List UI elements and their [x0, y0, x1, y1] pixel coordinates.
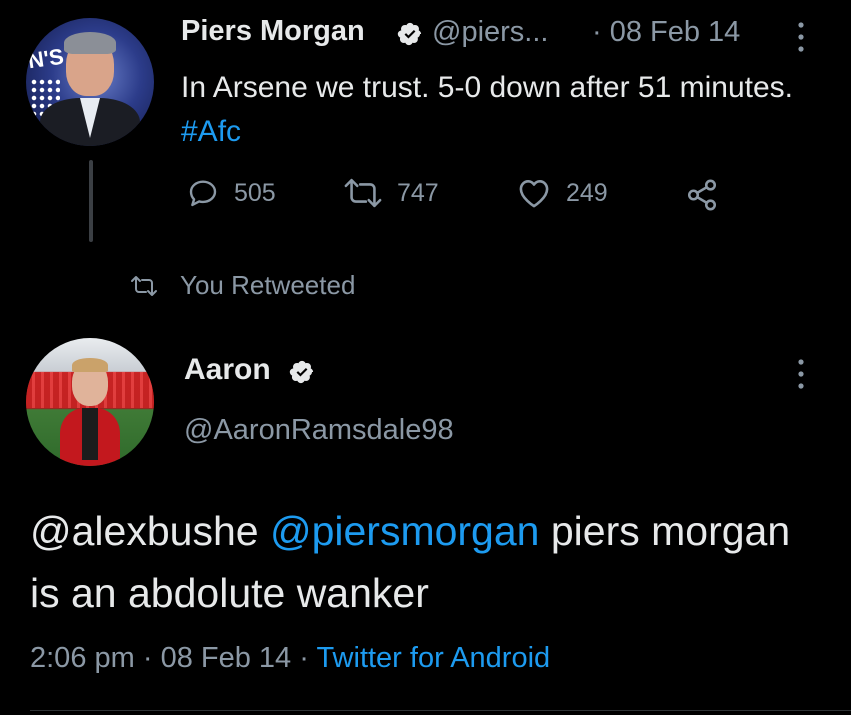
- avatar-scarf: [82, 408, 98, 460]
- avatar-hair: [64, 32, 116, 54]
- like-button[interactable]: 249: [516, 177, 608, 209]
- first-tweet-date[interactable]: · 08 Feb 14: [592, 16, 740, 49]
- divider: [30, 710, 851, 711]
- reply-button[interactable]: 505: [186, 177, 276, 209]
- second-tweet-text: @alexbushe @piersmorgan piers morgan is …: [30, 500, 830, 624]
- like-count: 249: [566, 178, 608, 207]
- retweet-notice: You Retweeted: [130, 270, 355, 301]
- retweet-notice-label: You Retweeted: [180, 270, 356, 300]
- more-vertical-icon[interactable]: [796, 357, 806, 391]
- reply-icon: [189, 180, 217, 207]
- verified-badge-icon: [397, 21, 423, 47]
- share-icon: [687, 179, 717, 211]
- meta-separator: ·: [134, 642, 161, 674]
- meta-separator: ·: [291, 642, 317, 674]
- mention-piersmorgan[interactable]: @piersmorgan: [270, 508, 540, 554]
- tweet-date[interactable]: 08 Feb 14: [161, 642, 292, 674]
- first-tweet-body: In Arsene we trust. 5-0 down after 51 mi…: [181, 71, 793, 104]
- avatar-background-text: N'S: [26, 43, 66, 74]
- tweet-metadata: 2:06 pm · 08 Feb 14 · Twitter for Androi…: [30, 642, 550, 675]
- second-tweet-handle[interactable]: @AaronRamsdale98: [184, 414, 454, 447]
- tweet-time[interactable]: 2:06 pm: [30, 642, 135, 674]
- avatar-hair: [72, 358, 108, 372]
- piers-morgan-avatar[interactable]: N'S: [26, 18, 154, 146]
- mention-alexbushe[interactable]: @alexbushe: [30, 508, 259, 554]
- first-tweet-handle[interactable]: @piers...: [432, 16, 548, 49]
- retweet-icon: [344, 178, 382, 208]
- verified-badge-icon: [289, 359, 315, 385]
- aaron-avatar[interactable]: [26, 338, 154, 466]
- retweet-count: 747: [397, 178, 439, 207]
- more-vertical-icon[interactable]: [796, 20, 806, 54]
- reply-count: 505: [234, 178, 276, 207]
- first-tweet-text: In Arsene we trust. 5-0 down after 51 mi…: [181, 66, 801, 154]
- second-tweet-display-name[interactable]: Aaron: [184, 353, 271, 387]
- thread-connector-line: [89, 160, 93, 242]
- tweet-source-link[interactable]: Twitter for Android: [316, 642, 550, 674]
- first-tweet-display-name[interactable]: Piers Morgan: [181, 15, 365, 48]
- retweet-icon: [131, 275, 157, 296]
- retweet-button[interactable]: 747: [343, 177, 439, 209]
- heart-icon: [519, 180, 549, 208]
- hashtag-link[interactable]: #Afc: [181, 115, 241, 148]
- share-button[interactable]: [684, 178, 734, 212]
